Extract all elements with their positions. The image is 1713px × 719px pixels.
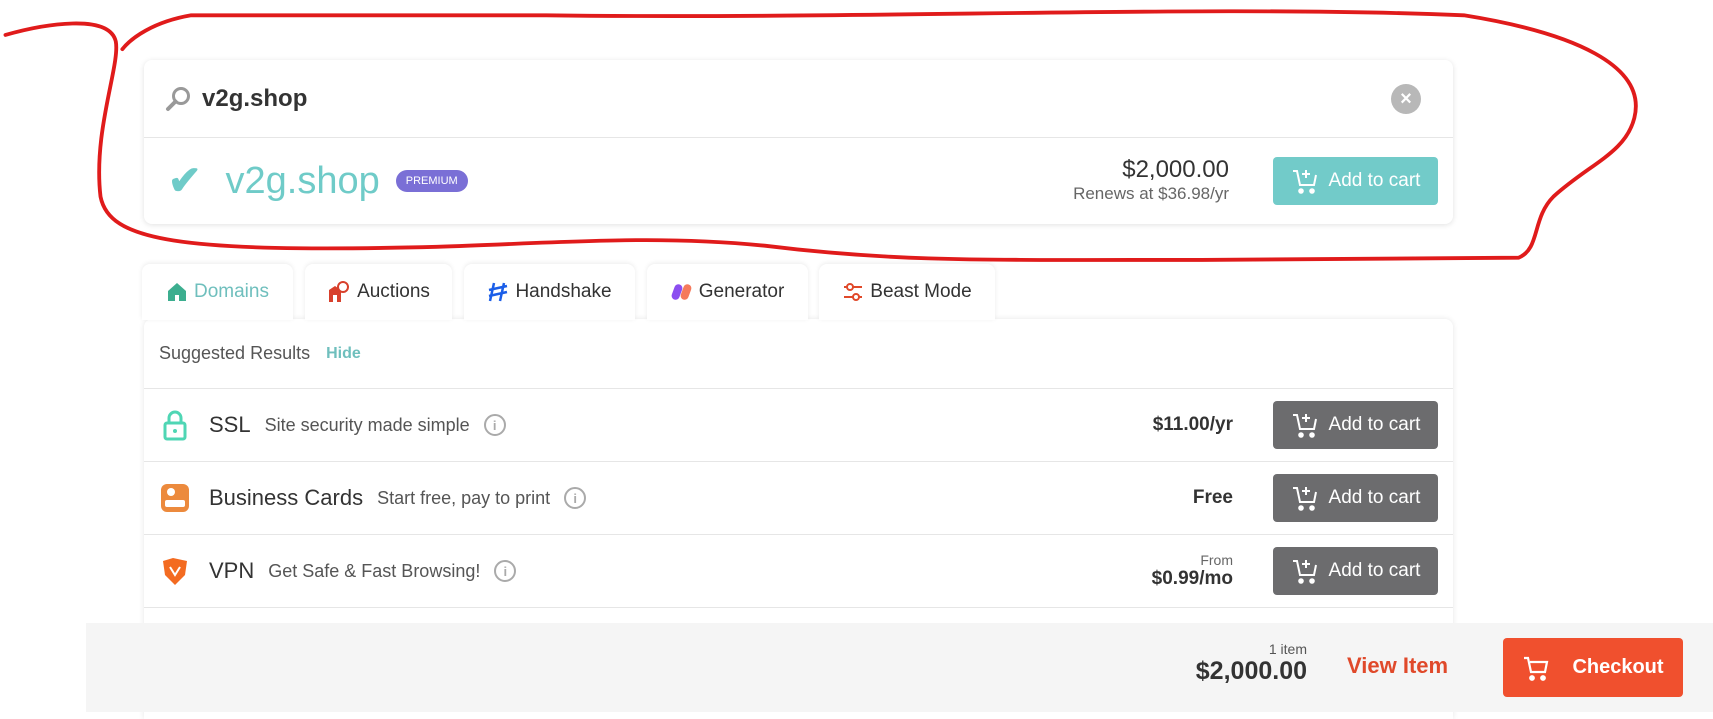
checkout-button[interactable]: Checkout xyxy=(1503,638,1683,697)
home-icon xyxy=(168,283,186,301)
handshake-icon xyxy=(489,282,508,302)
price-value: $11.00/yr xyxy=(1152,414,1233,435)
add-to-cart-label: Add to cart xyxy=(1328,414,1421,435)
item-price: Free xyxy=(1193,487,1233,509)
price-value: $0.99/mo xyxy=(1151,568,1233,589)
price-prefix: From xyxy=(1200,552,1233,568)
tab-label: Domains xyxy=(194,281,269,302)
add-to-cart-button[interactable]: Add to cart xyxy=(1273,547,1438,595)
add-to-cart-button[interactable]: Add to cart xyxy=(1273,474,1438,522)
view-item-link[interactable]: View Item xyxy=(1347,653,1448,679)
suggested-header: Suggested Results Hide xyxy=(144,319,1453,389)
cart-add-icon xyxy=(1292,414,1317,438)
tab-label: Generator xyxy=(698,281,785,302)
cart-count: 1 item xyxy=(1268,641,1307,657)
item-price: $11.00/yr xyxy=(1153,414,1233,436)
tab-label: Beast Mode xyxy=(870,281,972,302)
list-item: SSL Site security made simple i $11.00/y… xyxy=(144,389,1453,462)
vpn-shield-icon xyxy=(163,558,187,585)
tab-label: Handshake xyxy=(515,281,612,302)
item-title: Business Cards xyxy=(209,485,364,510)
search-input[interactable]: v2g.shop xyxy=(202,85,307,113)
close-icon[interactable]: × xyxy=(1391,84,1421,114)
tab-label: Auctions xyxy=(357,281,430,302)
add-to-cart-button[interactable]: Add to cart xyxy=(1273,157,1438,205)
business-card-icon xyxy=(161,484,189,512)
price-block: $2,000.00 Renews at $36.98/yr xyxy=(1073,156,1229,204)
info-icon[interactable]: i xyxy=(564,487,587,509)
generator-icon xyxy=(671,284,692,300)
cart-add-icon xyxy=(1292,560,1317,584)
suggested-title: Suggested Results xyxy=(159,343,311,363)
item-desc: Site security made simple xyxy=(264,414,470,435)
check-icon: ✔ xyxy=(168,159,202,203)
add-to-cart-label: Add to cart xyxy=(1328,487,1421,508)
domain-price: $2,000.00 xyxy=(1122,156,1229,183)
info-icon[interactable]: i xyxy=(483,414,506,436)
cart-bar: 1 item $2,000.00 View Item Checkout xyxy=(86,623,1713,712)
domain-name: v2g.shop xyxy=(225,159,380,202)
price-value: Free xyxy=(1192,487,1233,508)
item-desc: Get Safe & Fast Browsing! xyxy=(268,560,481,581)
list-item: VPN Get Safe & Fast Browsing! i From $0.9… xyxy=(144,535,1453,608)
premium-badge: PREMIUM xyxy=(395,170,468,192)
tab-beast-mode[interactable]: Beast Mode xyxy=(819,264,995,320)
cart-add-icon xyxy=(1292,487,1317,511)
tab-auctions[interactable]: Auctions xyxy=(305,264,452,320)
item-desc: Start free, pay to print xyxy=(377,487,551,508)
checkout-label: Checkout xyxy=(1572,656,1664,678)
add-to-cart-label: Add to cart xyxy=(1328,560,1421,581)
tab-generator[interactable]: Generator xyxy=(647,264,808,320)
search-bar[interactable]: v2g.shop × xyxy=(144,60,1453,138)
renewal-price: Renews at $36.98/yr xyxy=(1073,184,1229,203)
search-icon xyxy=(166,86,190,111)
info-icon[interactable]: i xyxy=(494,560,517,582)
item-title: SSL xyxy=(209,412,251,437)
cart-total-value: $2,000.00 xyxy=(1195,657,1307,685)
cart-total: 1 item $2,000.00 xyxy=(1196,641,1307,686)
list-item: Business Cards Start free, pay to print … xyxy=(144,462,1453,535)
domain-result: ✔ v2g.shop PREMIUM $2,000.00 Renews at $… xyxy=(144,138,1453,224)
cart-icon xyxy=(1524,656,1549,681)
cart-add-icon xyxy=(1292,170,1317,194)
search-card: v2g.shop × ✔ v2g.shop PREMIUM $2,000.00 … xyxy=(144,60,1453,224)
add-to-cart-label: Add to cart xyxy=(1328,170,1421,191)
add-to-cart-button[interactable]: Add to cart xyxy=(1273,401,1438,449)
tab-handshake[interactable]: Handshake xyxy=(464,264,635,320)
item-price: From $0.99/mo xyxy=(1152,552,1233,590)
tab-domains[interactable]: Domains xyxy=(142,264,293,320)
lock-icon xyxy=(163,410,187,441)
item-title: VPN xyxy=(209,558,255,583)
hide-link[interactable]: Hide xyxy=(326,345,361,363)
auction-icon xyxy=(329,281,350,302)
sliders-icon xyxy=(844,283,863,301)
